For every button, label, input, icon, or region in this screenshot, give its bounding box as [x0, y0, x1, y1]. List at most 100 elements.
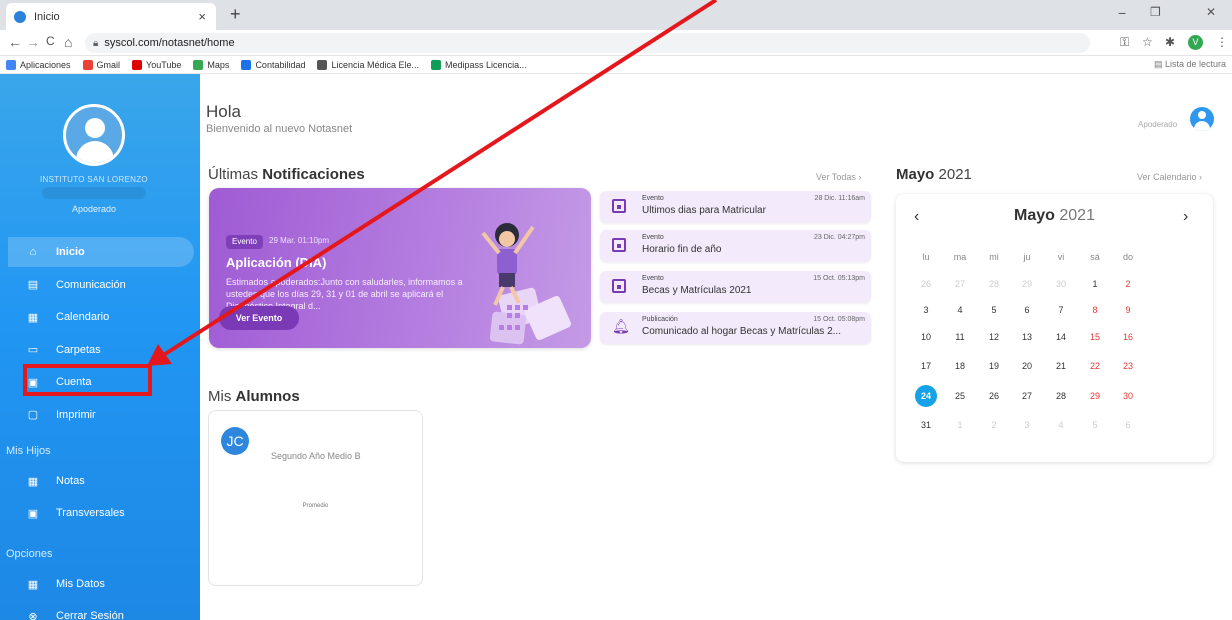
calendar-day[interactable]: 26	[981, 387, 1007, 405]
avatar-small-head	[1198, 111, 1206, 119]
notification-title: Horario fin de año	[642, 244, 722, 255]
calendar-day[interactable]: 9	[1115, 301, 1141, 319]
section-mis-hijos: Mis Hijos	[6, 445, 51, 457]
calendar-day[interactable]: 6	[1014, 301, 1040, 319]
bookmark-item[interactable]: Aplicaciones	[6, 59, 71, 70]
bookmark-item[interactable]: Maps	[193, 59, 229, 70]
notification-type: Evento	[642, 195, 664, 202]
sidebar-item-label: Comunicación	[56, 278, 126, 291]
calendar-day[interactable]: 3	[913, 301, 939, 319]
notification-item[interactable]: Evento 28 Dic. 11:16am Últimos dias para M…	[600, 191, 871, 223]
url-field[interactable]: 🔒︎ syscol.com/notasnet/home	[85, 33, 1090, 53]
sidebar-item-calendario[interactable]: ▦ Calendario	[12, 302, 198, 332]
sidebar-item-imprimir[interactable]: ▢ Imprimir	[12, 400, 198, 430]
view-event-button[interactable]: Ver Evento	[219, 306, 299, 330]
star-icon[interactable]: ☆	[1142, 35, 1153, 49]
maximize-icon[interactable]: ❐	[1150, 5, 1161, 19]
next-month-icon[interactable]: ›	[1183, 208, 1188, 226]
bookmark-icon	[6, 59, 16, 70]
bookmark-icon	[317, 59, 328, 70]
calendar-day[interactable]: 1	[1082, 275, 1108, 293]
bookmark-label: Gmail	[96, 59, 121, 70]
new-tab-button[interactable]: +	[230, 4, 241, 25]
calendar-day[interactable]: 7	[1048, 301, 1074, 319]
calendar-day[interactable]: 21	[1048, 357, 1074, 375]
calendar-day[interactable]: 8	[1082, 301, 1108, 319]
header-avatar[interactable]	[1190, 107, 1214, 131]
calendar-day[interactable]: 27	[1014, 387, 1040, 405]
notification-item[interactable]: Evento 23 Dic. 04:27pm Horario fin de año	[600, 230, 871, 262]
bookmark-label: YouTube	[146, 59, 182, 70]
students-title-light: Mis	[208, 388, 232, 405]
home-icon[interactable]: ⌂	[64, 34, 72, 50]
calendar-day[interactable]: 16	[1115, 328, 1141, 346]
calendar-title: Mayo 2021	[896, 166, 972, 183]
notification-item[interactable]: 🔔︎ Publicación 15 Oct. 05:08pm Comunicado a…	[600, 312, 871, 344]
bookmark-item[interactable]: Licencia Médica Ele...	[317, 59, 419, 70]
calendar-day[interactable]: 11	[947, 328, 973, 346]
bookmark-icon	[241, 59, 252, 70]
back-icon[interactable]: ←	[8, 34, 22, 50]
notification-date: 23 Dic. 04:27pm	[814, 234, 865, 241]
sidebar-item-notas[interactable]: ▦ Notas	[12, 466, 198, 496]
key-icon[interactable]: ⚿	[1120, 35, 1129, 50]
bookmark-item[interactable]: YouTube	[132, 59, 182, 70]
calendar-day[interactable]: 19	[981, 357, 1007, 375]
calendar-day[interactable]: 24	[913, 387, 939, 405]
student-card[interactable]: JC Segundo Año Medio B Promedio	[208, 410, 423, 586]
student-initials-avatar: JC	[221, 427, 249, 455]
calendar-day[interactable]: 5	[981, 301, 1007, 319]
reload-icon[interactable]: C	[46, 34, 55, 48]
menu-icon[interactable]: ⋮	[1216, 35, 1228, 49]
calendar-month: Mayo	[1014, 207, 1055, 224]
calendar-day[interactable]: 18	[947, 357, 973, 375]
notification-type: Evento	[642, 234, 664, 241]
see-calendar-link[interactable]: Ver Calendario ›	[1137, 172, 1202, 182]
notifications-title-bold: Notificaciones	[262, 166, 365, 183]
calendar-day[interactable]: 28	[1048, 387, 1074, 405]
calendar-day[interactable]: 17	[913, 357, 939, 375]
calendar-day[interactable]: 15	[1082, 328, 1108, 346]
extensions-icon[interactable]: ✱	[1165, 35, 1175, 49]
calendar-day[interactable]: 4	[947, 301, 973, 319]
featured-notification[interactable]: Evento 29 Mar. 01:10pm Aplicación (DIA) …	[209, 188, 591, 348]
browser-tab[interactable]: Inicio ×	[6, 3, 216, 30]
calendar-day[interactable]: 10	[913, 328, 939, 346]
bookmark-item[interactable]: Contabilidad	[241, 59, 305, 70]
calendar-day[interactable]: 13	[1014, 328, 1040, 346]
sidebar-item-mis-datos[interactable]: ▦ Mis Datos	[12, 569, 198, 599]
calendar-day[interactable]: 31	[913, 416, 939, 434]
calendar-day[interactable]: 22	[1082, 357, 1108, 375]
celebration-illustration	[481, 223, 571, 345]
weekday-label: lu	[922, 252, 930, 262]
calendar-icon	[612, 238, 626, 252]
weekday-label: mi	[989, 252, 999, 262]
bookmark-item[interactable]: Gmail	[82, 59, 121, 70]
minimize-icon[interactable]: −	[1118, 5, 1126, 21]
reading-list-link[interactable]: ▤ Lista de lectura	[1154, 59, 1226, 70]
calendar-day[interactable]: 12	[981, 328, 1007, 346]
forward-icon[interactable]: →	[26, 34, 40, 50]
calendar-day[interactable]: 25	[947, 387, 973, 405]
bell-icon: 🔔︎	[612, 318, 630, 334]
close-window-icon[interactable]: ✕	[1206, 5, 1216, 19]
calendar-day[interactable]: 20	[1014, 357, 1040, 375]
lock-icon: 🔒︎	[93, 37, 99, 49]
see-all-link[interactable]: Ver Todas ›	[816, 172, 861, 182]
calendar-day[interactable]: 23	[1115, 357, 1141, 375]
notification-item[interactable]: Evento 15 Oct. 05:13pm Becas y Matrículas …	[600, 271, 871, 303]
sidebar-item-transversales[interactable]: ▣ Transversales	[12, 498, 198, 528]
sidebar-item-comunicación[interactable]: ▤ Comunicación	[12, 270, 198, 300]
sidebar-item-carpetas[interactable]: ▭ Carpetas	[12, 335, 198, 365]
calendar-day[interactable]: 30	[1115, 387, 1141, 405]
calendar-day[interactable]: 29	[1082, 387, 1108, 405]
sidebar-item-inicio[interactable]: ⌂ Inicio	[8, 237, 194, 267]
tab-close-icon[interactable]: ×	[198, 9, 206, 24]
calendar-day[interactable]: 14	[1048, 328, 1074, 346]
sidebar-item-cerrar-sesión[interactable]: ⊗ Cerrar Sesión	[12, 601, 198, 620]
notification-type: Evento	[642, 275, 664, 282]
bookmark-item[interactable]: Medipass Licencia...	[431, 59, 527, 70]
greeting: Hola	[206, 102, 241, 121]
profile-avatar[interactable]: V	[1188, 35, 1203, 50]
calendar-day[interactable]: 2	[1115, 275, 1141, 293]
